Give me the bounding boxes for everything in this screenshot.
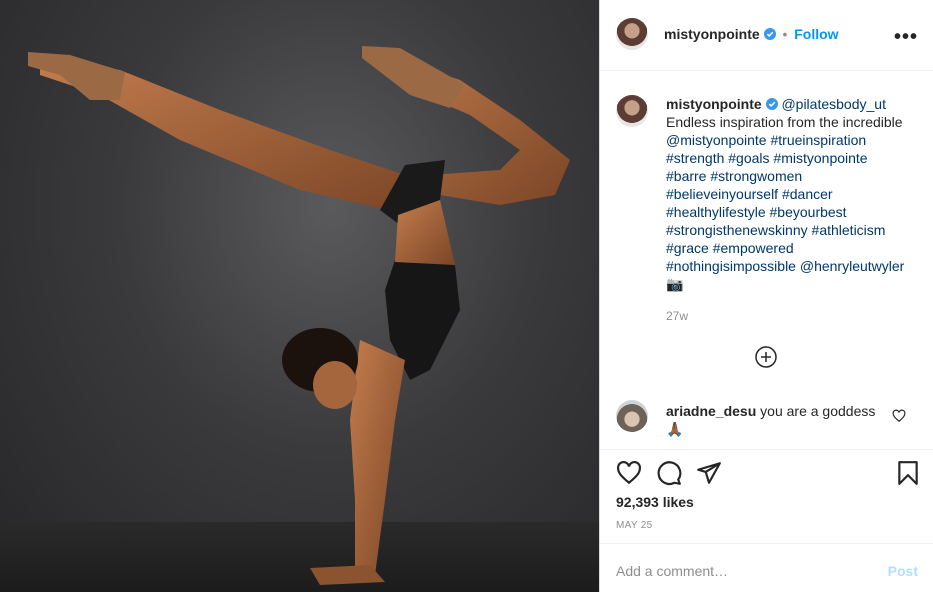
caption-link[interactable]: #mistyonpointe (773, 150, 867, 166)
caption-link[interactable]: #strongisthenewskinny (666, 222, 808, 238)
caption-link[interactable]: #goals (728, 150, 769, 166)
likes-count[interactable]: 92,393 likes (616, 494, 694, 510)
verified-badge-icon (763, 28, 776, 40)
more-options-icon[interactable]: ••• (894, 26, 918, 49)
share-paper-plane-icon[interactable] (696, 460, 722, 486)
caption-link[interactable]: #healthylifestyle (666, 204, 766, 220)
add-comment-bar: Add a comment… Post (600, 543, 933, 592)
instagram-post-modal: mistyonpointe • Follow ••• mistyonpointe… (0, 0, 933, 592)
header-separator: • (782, 26, 788, 42)
author-username[interactable]: mistyonpointe (664, 26, 760, 42)
caption-link[interactable]: #beyourbest (770, 204, 847, 220)
caption-link[interactable]: @henryleutwyler (800, 258, 904, 274)
comment-item: ariadne_desu you are a goddess 🙏🏾 (666, 402, 886, 438)
caption-mention[interactable]: @pilatesbody_ut (781, 96, 886, 112)
caption-link[interactable]: #barre (666, 168, 706, 184)
caption-text: Endless inspiration from the incredible (666, 114, 903, 130)
caption-link[interactable]: #believeinyourself (666, 186, 778, 202)
caption-link[interactable]: #nothingisimpossible (666, 258, 796, 274)
praying-hands-emoji-icon: 🙏🏾 (666, 421, 684, 437)
post-side-panel: mistyonpointe • Follow ••• mistyonpointe… (599, 0, 933, 592)
follow-button[interactable]: Follow (794, 26, 838, 42)
caption-username[interactable]: mistyonpointe (666, 96, 762, 112)
caption-link[interactable]: #strength (666, 150, 724, 166)
caption-link[interactable]: #empowered (713, 240, 794, 256)
commenter-avatar[interactable] (616, 400, 648, 432)
dancer-figure (28, 46, 570, 585)
comment-text: you are a goddess (760, 403, 876, 419)
caption-link[interactable]: #grace (666, 240, 709, 256)
header-author-line: mistyonpointe • Follow (664, 26, 839, 42)
caption-link[interactable]: #strongwomen (710, 168, 802, 184)
add-comment-input[interactable]: Add a comment… (616, 563, 728, 579)
post-comment-button[interactable]: Post (888, 563, 918, 579)
comment-bubble-icon[interactable] (656, 460, 682, 486)
caption-age[interactable]: 27w (666, 307, 911, 325)
comment-username[interactable]: ariadne_desu (666, 403, 756, 419)
post-photo[interactable] (0, 0, 599, 592)
caption-link[interactable]: #trueinspiration (770, 132, 866, 148)
caption-author-avatar[interactable] (616, 95, 648, 127)
author-avatar[interactable] (616, 18, 648, 50)
caption-link[interactable]: #athleticism (812, 222, 886, 238)
like-heart-icon[interactable] (616, 460, 642, 486)
verified-badge-icon (765, 98, 778, 110)
post-caption: mistyonpointe @pilatesbody_ut Endless in… (666, 95, 911, 325)
comment-like-heart-icon[interactable] (892, 409, 906, 423)
caption-link[interactable]: @mistyonpointe (666, 132, 767, 148)
save-bookmark-icon[interactable] (896, 460, 920, 486)
camera-emoji-icon: 📷 (666, 276, 684, 292)
post-header: mistyonpointe • Follow ••• (600, 0, 933, 71)
caption-link[interactable]: #dancer (782, 186, 833, 202)
post-date[interactable]: MAY 25 (616, 520, 652, 531)
plus-circle-icon[interactable] (755, 346, 777, 368)
